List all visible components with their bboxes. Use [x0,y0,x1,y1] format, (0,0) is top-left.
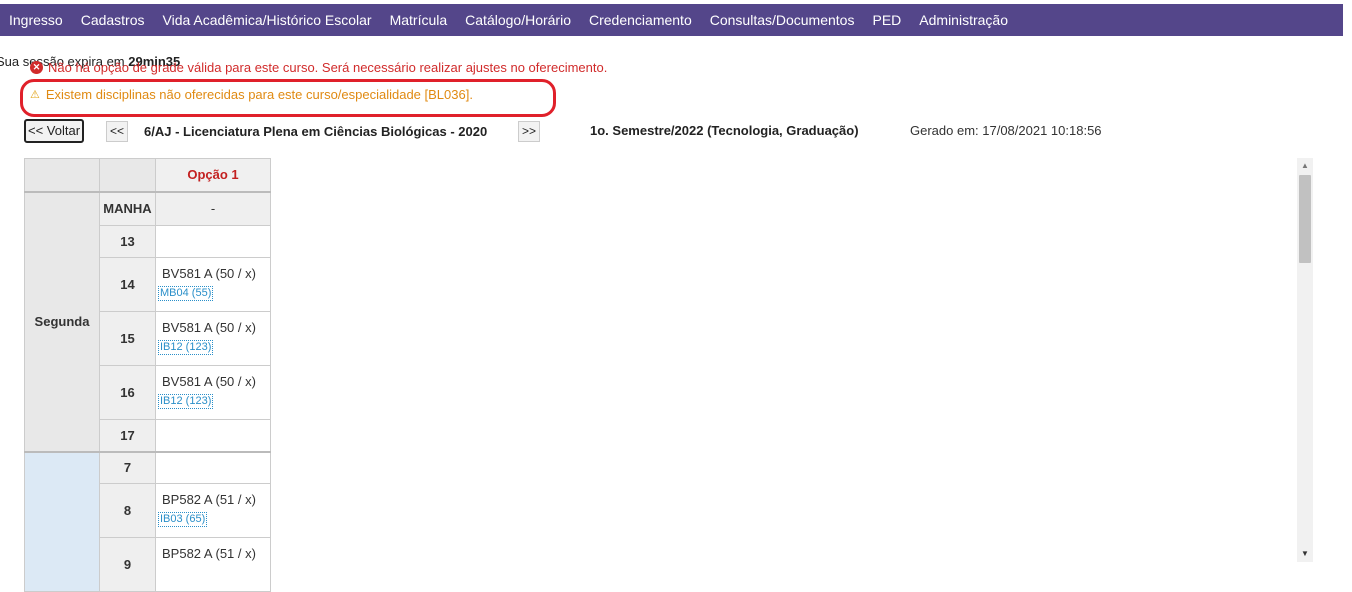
slot-cell: BP582 A (51 / x) [155,537,271,592]
nav-item-consultas-documentos[interactable]: Consultas/Documentos [710,12,855,28]
slot-cell: BV581 A (50 / x) MB04 (55) [155,257,271,312]
course-code: BP582 A (51 / x) [162,492,256,507]
hour-cell: 16 [99,365,156,420]
hour-cell: 17 [99,419,156,452]
nav-item-credenciamento[interactable]: Credenciamento [589,12,692,28]
table-row: 7 [24,450,271,592]
shift-value: - [155,191,271,226]
nav-item-ingresso[interactable]: Ingresso [9,12,63,28]
grid-header-row: Opção 1 [24,158,271,193]
header-hour-col [99,158,156,193]
hour-cell: 8 [99,483,156,538]
hour-cell: 9 [99,537,156,592]
header-option-1: Opção 1 [155,158,271,193]
scroll-down-icon[interactable]: ▼ [1297,546,1313,562]
header-day-col [24,158,100,193]
generated-timestamp: Gerado em: 17/08/2021 10:18:56 [910,123,1102,138]
slot-cell [155,450,271,484]
course-title: 6/AJ - Licenciatura Plena em Ciências Bi… [144,124,488,139]
shift-row: Segunda MANHA - [24,191,271,452]
semester-label: 1o. Semestre/2022 (Tecnologia, Graduação… [590,123,859,138]
scroll-up-icon[interactable]: ▲ [1297,158,1313,174]
schedule-grid: Opção 1 Segunda MANHA - 13 14 BV581 A (5… [24,158,271,592]
vertical-scrollbar[interactable]: ▲ ▼ [1297,158,1313,562]
course-code: BV581 A (50 / x) [162,374,256,389]
day-cell-segunda: Segunda [24,191,100,452]
error-message: ✕ Não há opção de grade válida para este… [30,60,607,75]
course-code: BV581 A (50 / x) [162,266,256,281]
prev-course-button[interactable]: << [106,121,128,142]
slot-cell: BP582 A (51 / x) IB03 (65) [155,483,271,538]
hour-cell: 14 [99,257,156,312]
hour-cell: 13 [99,225,156,258]
room-link[interactable]: IB12 (123) [158,340,214,355]
error-text: Não há opção de grade válida para este c… [48,60,608,75]
day-cell-terca [24,450,100,592]
room-link[interactable]: IB12 (123) [158,394,214,409]
slot-cell [155,225,271,258]
hour-cell: 15 [99,311,156,366]
scroll-thumb[interactable] [1299,175,1311,263]
red-annotation-outline [20,79,556,117]
nav-item-catalogo-horario[interactable]: Catálogo/Horário [465,12,571,28]
next-course-button[interactable]: >> [518,121,540,142]
room-link[interactable]: MB04 (55) [158,286,214,301]
course-code: BP582 A (51 / x) [162,546,256,561]
nav-item-vida-academica[interactable]: Vida Acadêmica/Histórico Escolar [163,12,372,28]
room-link[interactable]: IB03 (65) [158,512,208,527]
nav-item-cadastros[interactable]: Cadastros [81,12,145,28]
nav-item-matricula[interactable]: Matrícula [390,12,448,28]
slot-cell: BV581 A (50 / x) IB12 (123) [155,365,271,420]
hour-cell: 7 [99,450,156,484]
nav-item-ped[interactable]: PED [872,12,901,28]
error-icon: ✕ [30,61,43,74]
nav-item-administracao[interactable]: Administração [919,12,1008,28]
back-button[interactable]: << Voltar [24,119,85,143]
course-code: BV581 A (50 / x) [162,320,256,335]
shift-label: MANHA [99,191,156,226]
slot-cell [155,419,271,452]
course-toolbar: << Voltar << 6/AJ - Licenciatura Plena e… [0,119,1200,143]
top-navbar: Ingresso Cadastros Vida Acadêmica/Histór… [0,4,1343,36]
slot-cell: BV581 A (50 / x) IB12 (123) [155,311,271,366]
